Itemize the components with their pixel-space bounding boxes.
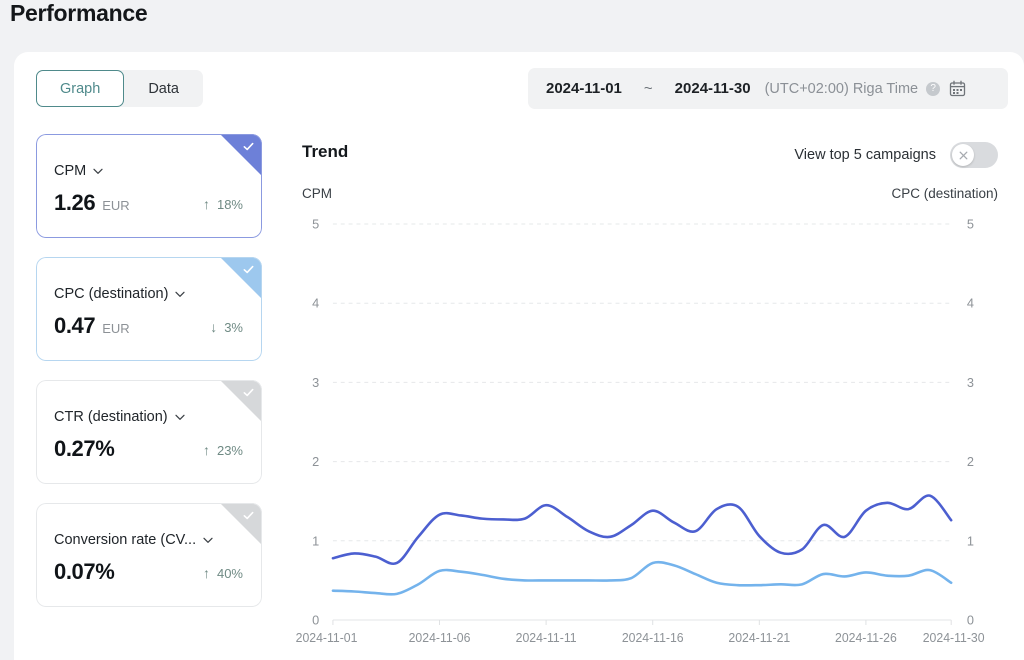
calendar-icon[interactable]: [949, 80, 966, 97]
svg-text:2: 2: [967, 454, 974, 469]
metric-selector[interactable]: CTR (destination): [54, 409, 186, 425]
metric-value-group: 0.47 EUR: [54, 313, 130, 339]
date-range-end: 2024-11-30: [674, 80, 751, 97]
tab-data[interactable]: Data: [124, 70, 203, 107]
metric-card[interactable]: CPC (destination) 0.47 EUR ↓ 3%: [36, 257, 262, 361]
metric-value: 1.26: [54, 190, 96, 215]
date-range-picker[interactable]: 2024-11-01 ~ 2024-11-30 (UTC+02:00) Riga…: [528, 68, 1008, 109]
metric-value: 0.27%: [54, 436, 115, 461]
metric-delta: ↑ 23%: [203, 442, 243, 458]
delta-value: 18%: [216, 196, 243, 212]
metric-unit: EUR: [102, 321, 130, 336]
metric-selector[interactable]: CPM: [54, 163, 104, 179]
help-circle-icon[interactable]: ?: [926, 81, 941, 96]
top-campaigns-toggle-group[interactable]: View top 5 campaigns: [794, 142, 998, 168]
metric-selector[interactable]: CPC (destination): [54, 286, 186, 302]
svg-text:1: 1: [967, 533, 974, 548]
page-title: Performance: [10, 0, 148, 26]
metric-card-list: CPM 1.26 EUR ↑ 18% CPC (destination) 0.47 EUR ↓ 3…: [36, 134, 262, 626]
metric-delta: ↑ 40%: [203, 565, 243, 581]
chevron-down-icon[interactable]: [174, 288, 186, 300]
chevron-down-icon[interactable]: [202, 534, 214, 546]
metric-card[interactable]: Conversion rate (CV... 0.07% ↑ 40%: [36, 503, 262, 607]
view-tabs[interactable]: Graph Data: [36, 70, 203, 107]
chevron-down-icon[interactable]: [92, 165, 104, 177]
left-axis-label: CPM: [302, 186, 332, 201]
performance-panel: Graph Data 2024-11-01 ~ 2024-11-30 (UTC+…: [14, 52, 1024, 660]
right-axis-label: CPC (destination): [891, 186, 998, 201]
delta-value: 23%: [216, 442, 243, 458]
delta-arrow-icon: ↑: [202, 196, 210, 212]
svg-text:3: 3: [967, 375, 974, 390]
metric-delta: ↓ 3%: [210, 319, 243, 335]
svg-text:2024-11-16: 2024-11-16: [622, 631, 684, 645]
card-selection-badge[interactable]: [220, 134, 262, 176]
svg-text:1: 1: [312, 533, 319, 548]
card-selection-badge[interactable]: [220, 257, 262, 299]
top-campaigns-toggle[interactable]: [950, 142, 998, 168]
date-range-separator: ~: [643, 80, 653, 97]
trend-chart-section: Trend View top 5 campaigns CPM CPC (dest…: [276, 134, 1014, 660]
svg-text:0: 0: [967, 612, 974, 627]
metric-name: CPC (destination): [54, 286, 169, 302]
date-range-start: 2024-11-01: [546, 80, 622, 97]
chart-plot-area: 0 0 1 1 2 2 3 3 4 4 5 5 2024-11-01 2024-11-06 2024-11-…: [276, 208, 1014, 658]
check-icon: [243, 265, 254, 274]
metric-card[interactable]: CTR (destination) 0.27% ↑ 23%: [36, 380, 262, 484]
metric-value: 0.07%: [54, 559, 115, 584]
chart-title: Trend: [302, 142, 349, 161]
metric-value-group: 0.27%: [54, 436, 115, 462]
close-x-icon: [959, 151, 967, 159]
delta-arrow-icon: ↑: [202, 565, 210, 581]
svg-text:0: 0: [312, 612, 319, 627]
metric-value-group: 1.26 EUR: [54, 190, 130, 216]
metric-card[interactable]: CPM 1.26 EUR ↑ 18%: [36, 134, 262, 238]
chevron-down-icon[interactable]: [174, 411, 186, 423]
toggle-knob: [952, 144, 974, 166]
check-icon: [243, 388, 254, 397]
svg-text:2024-11-21: 2024-11-21: [728, 631, 790, 645]
toolbar: Graph Data 2024-11-01 ~ 2024-11-30 (UTC+…: [14, 52, 1024, 122]
svg-text:2: 2: [312, 454, 319, 469]
svg-text:2024-11-06: 2024-11-06: [409, 631, 471, 645]
check-icon: [243, 511, 254, 520]
tab-graph[interactable]: Graph: [36, 70, 125, 107]
delta-value: 3%: [224, 319, 243, 335]
metric-delta: ↑ 18%: [203, 196, 243, 212]
toggle-label: View top 5 campaigns: [794, 147, 936, 163]
svg-text:4: 4: [967, 296, 974, 311]
delta-arrow-icon: ↑: [202, 442, 210, 458]
metric-unit: EUR: [102, 198, 130, 213]
check-icon: [243, 142, 254, 151]
svg-text:2024-11-26: 2024-11-26: [835, 631, 897, 645]
svg-text:2024-11-11: 2024-11-11: [516, 631, 577, 645]
svg-text:4: 4: [312, 296, 319, 311]
metric-value: 0.47: [54, 313, 96, 338]
timezone-label: (UTC+02:00) Riga Time: [764, 80, 919, 97]
metric-selector[interactable]: Conversion rate (CV...: [54, 532, 214, 548]
svg-text:3: 3: [312, 375, 319, 390]
metric-name: CPM: [54, 163, 87, 179]
delta-arrow-icon: ↓: [210, 319, 218, 335]
svg-text:5: 5: [967, 216, 974, 231]
metric-name: CTR (destination): [54, 409, 168, 425]
svg-text:5: 5: [312, 216, 319, 231]
card-selection-badge[interactable]: [220, 503, 262, 545]
delta-value: 40%: [216, 565, 243, 581]
svg-text:2024-11-30: 2024-11-30: [923, 631, 985, 645]
metric-name: Conversion rate (CV...: [54, 532, 197, 548]
card-selection-badge[interactable]: [220, 380, 262, 422]
svg-text:2024-11-01: 2024-11-01: [296, 631, 358, 645]
metric-value-group: 0.07%: [54, 559, 115, 585]
